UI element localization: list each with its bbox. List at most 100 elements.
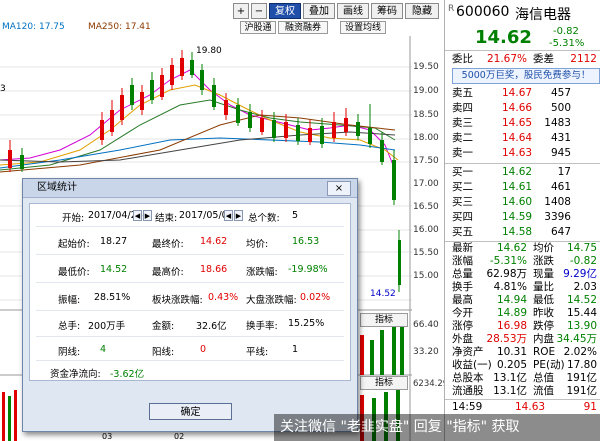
weight-right-button[interactable]: 复权 <box>269 3 301 19</box>
start-label: 开始: <box>62 213 85 224</box>
count-value: 5 <box>292 210 299 221</box>
margin-trading-button[interactable]: 融资融券 <box>278 21 328 34</box>
count-label: 总个数: <box>248 213 280 224</box>
close-icon: × <box>334 183 344 194</box>
yang-count-value: 0 <box>200 344 207 355</box>
y-tick: 19.00 <box>413 86 439 96</box>
market-change-label: 大盘涨跌幅: <box>246 295 297 306</box>
indicator-button-volume[interactable]: 指标 <box>360 313 408 327</box>
yin-count-value: 4 <box>100 344 107 355</box>
y-tick: 15.50 <box>413 248 439 258</box>
change-pct-value: -19.98% <box>288 264 328 275</box>
region-stats-dialog: 区域统计 × 开始: 2017/04/26 ◀ ▶ 结束: 2017/05/03… <box>22 178 358 432</box>
sell-volume: 500 <box>550 102 571 114</box>
stat-label: 流值 <box>533 385 554 397</box>
y-tick: 18.50 <box>413 110 439 120</box>
x-axis-label: 02 <box>174 432 185 441</box>
buy-price: 14.61 <box>502 181 533 193</box>
turnover-label: 换手率: <box>246 321 278 332</box>
ad-banner-link[interactable]: 5000万巨奖，股民免费参与！ <box>452 68 600 84</box>
bid-ratio-value: 21.67% <box>486 53 527 65</box>
turnover-value: 15.25% <box>288 318 325 329</box>
tick-volume: 91 <box>583 401 597 413</box>
buy-label: 买一 <box>452 166 473 178</box>
ma-setting-button[interactable]: 设置均线 <box>340 21 386 34</box>
sell-row-2: 卖二 14.64 431 <box>445 131 600 146</box>
buy-volume: 647 <box>550 226 571 238</box>
draw-line-button[interactable]: 画线 <box>337 3 369 19</box>
sell-volume: 945 <box>550 147 571 159</box>
arrow-right-icon: ▶ <box>144 212 151 220</box>
bid-diff-label: 委差 <box>533 53 554 65</box>
flat-count-label: 平线: <box>246 347 269 358</box>
arrow-left-icon: ◀ <box>134 212 141 220</box>
y-tick: 17.00 <box>413 179 439 189</box>
bid-ratio-label: 委比 <box>452 53 473 65</box>
y-tick: 18.00 <box>413 133 439 143</box>
watermark-banner: 关注微信 "老韭实盘" 回复 "指标" 获取 <box>274 414 600 441</box>
buy-price: 14.62 <box>502 166 533 178</box>
total-volume-value: 200万手 <box>88 321 126 332</box>
dialog-title: 区域统计 <box>37 182 77 193</box>
stat-label: 流通股 <box>452 385 484 397</box>
sector-change-label: 板块涨跌幅: <box>152 295 203 306</box>
avg-price-value: 16.53 <box>292 236 320 247</box>
arrow-right-icon: ▶ <box>235 212 242 220</box>
zoom-in-button[interactable]: + <box>233 3 249 19</box>
ok-button[interactable]: 确定 <box>149 403 232 420</box>
arrow-left-icon: ◀ <box>225 212 232 220</box>
sell-price: 14.65 <box>502 117 533 129</box>
hide-button[interactable]: 隐藏 <box>405 3 439 19</box>
open-price-value: 18.27 <box>100 236 128 247</box>
amount-value: 32.6亿 <box>196 321 227 332</box>
high-price-label: 最高价: <box>152 267 184 278</box>
buy-label: 买二 <box>452 181 473 193</box>
market-change-value: 0.02% <box>300 292 331 303</box>
y-tick: 33.20 <box>413 347 439 357</box>
start-next-button[interactable]: ▶ <box>143 210 152 221</box>
zoom-out-button[interactable]: − <box>251 3 267 19</box>
amount-label: 金额: <box>152 321 175 332</box>
sell-price: 14.66 <box>502 102 533 114</box>
price-change-pct: -5.31% <box>549 38 585 49</box>
sh-connect-button[interactable]: 沪股通 <box>240 21 276 34</box>
high-price-value: 18.66 <box>200 264 228 275</box>
stat-value: 191亿 <box>566 385 597 397</box>
buy-label: 买四 <box>452 211 473 223</box>
dialog-titlebar[interactable]: 区域统计 × <box>23 179 357 198</box>
buy-row-1: 买一 14.62 17 <box>445 165 600 180</box>
stat-value: 13.1亿 <box>493 385 527 397</box>
y-tick: 19.50 <box>413 62 439 72</box>
sell-label: 卖二 <box>452 132 473 144</box>
indicator-button-macd[interactable]: 指标 <box>360 376 408 390</box>
sell-price: 14.63 <box>502 147 533 159</box>
end-prev-button[interactable]: ◀ <box>224 210 233 221</box>
end-next-button[interactable]: ▶ <box>234 210 243 221</box>
volume-tick: 6234.29 <box>413 379 449 389</box>
y-tick: 16.50 <box>413 202 439 212</box>
start-prev-button[interactable]: ◀ <box>133 210 142 221</box>
buy-volume: 3396 <box>544 211 571 223</box>
close-button[interactable]: × <box>327 181 351 196</box>
sell-label: 卖五 <box>452 87 473 99</box>
stat-row: 流通股 13.1亿 流值 191亿 <box>445 384 600 399</box>
sell-row-4: 卖四 14.66 500 <box>445 101 600 116</box>
quote-panel: R 600060 海信电器 14.62 -0.82 -5.31% 委比 21.6… <box>444 0 600 441</box>
y-tick: 66.40 <box>413 320 439 330</box>
buy-volume: 461 <box>550 181 571 193</box>
sector-change-value: 0.43% <box>208 292 239 303</box>
flat-count-value: 1 <box>292 344 299 355</box>
chip-button[interactable]: 筹码 <box>371 3 403 19</box>
ratio-row: 委比 21.67% 委差 2112 <box>445 52 600 67</box>
low-price-label: 最低价: <box>58 267 90 278</box>
y-tick: 15.00 <box>413 271 439 281</box>
buy-volume: 1408 <box>544 196 571 208</box>
ma120-label: MA120: 17.75 <box>2 22 65 32</box>
sell-price: 14.67 <box>502 87 533 99</box>
net-flow-value: -3.62亿 <box>110 369 145 380</box>
yin-count-label: 阴线: <box>58 347 81 358</box>
buy-price: 14.60 <box>502 196 533 208</box>
overlay-button[interactable]: 叠加 <box>303 3 335 19</box>
buy-row-4: 买四 14.59 3396 <box>445 210 600 225</box>
sell-label: 卖一 <box>452 147 473 159</box>
